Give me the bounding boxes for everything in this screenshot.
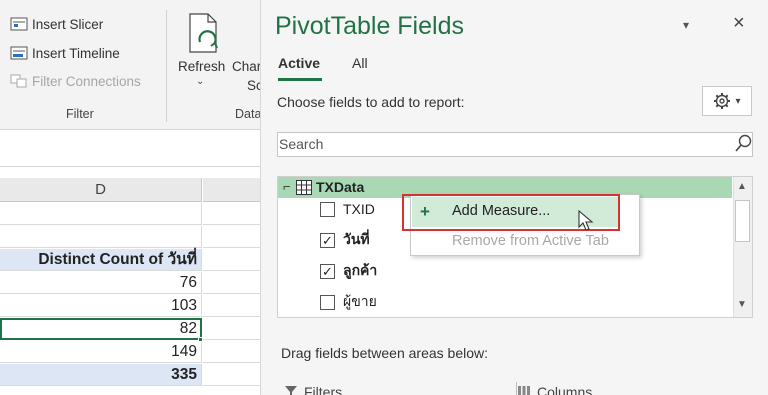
data-group-label: Data — [235, 107, 262, 121]
tab-all[interactable]: All — [352, 55, 368, 71]
grid-cell[interactable] — [0, 203, 202, 225]
field-item-txid[interactable]: TXID — [320, 199, 375, 219]
remove-from-active-tab-menu-item[interactable]: Remove from Active Tab — [452, 233, 609, 249]
pivot-value-header[interactable]: Distinct Count of วันที่ — [0, 249, 202, 271]
ribbon: Insert Slicer Insert Timeline Filter Con… — [0, 0, 263, 130]
pane-options-dropdown-icon[interactable]: ▾ — [683, 18, 689, 32]
field-checkbox[interactable] — [320, 294, 335, 310]
field-label: ผู้ขาย — [343, 293, 377, 309]
grid-cell[interactable] — [203, 272, 260, 294]
formula-bar[interactable] — [0, 131, 260, 167]
gear-icon — [714, 93, 731, 109]
scroll-down-icon[interactable]: ▼ — [737, 299, 747, 310]
field-list-settings-button[interactable]: ▾ — [702, 86, 752, 116]
pivot-value-cell[interactable]: 103 — [0, 295, 202, 317]
columns-area[interactable]: Columns — [517, 384, 592, 395]
pivot-value-cell[interactable]: 76 — [0, 272, 202, 294]
grid-cell[interactable] — [203, 249, 260, 271]
grid-cell[interactable] — [0, 226, 202, 248]
field-checkbox[interactable]: ✓ — [320, 232, 335, 248]
grid-cell[interactable] — [203, 226, 260, 248]
field-label: วันที่ — [343, 231, 370, 247]
table-name[interactable]: TXData — [316, 179, 364, 195]
pivot-value-cell-selected[interactable]: 82 — [0, 318, 202, 340]
fill-handle[interactable] — [198, 337, 203, 342]
refresh-icon — [189, 13, 218, 53]
insert-timeline-button[interactable]: Insert Timeline — [10, 43, 120, 63]
grid-cell[interactable] — [203, 203, 260, 225]
chevron-down-icon: ▾ — [735, 95, 741, 107]
timeline-icon — [10, 46, 28, 60]
field-label: ลูกค้า — [343, 262, 378, 278]
chevron-down-icon[interactable]: ⌄ — [196, 76, 204, 87]
mouse-cursor-icon — [578, 210, 594, 231]
active-tab-underline — [278, 78, 322, 81]
scroll-thumb[interactable] — [735, 200, 750, 242]
field-checkbox[interactable]: ✓ — [320, 263, 335, 279]
grid-cell[interactable] — [203, 364, 260, 386]
grid-cell[interactable] — [203, 318, 260, 340]
change-source-label[interactable]: Char — [232, 59, 261, 74]
column-header-d[interactable]: D — [0, 178, 202, 202]
table-icon — [296, 180, 312, 195]
insert-slicer-button[interactable]: Insert Slicer — [10, 14, 103, 34]
grid-cell[interactable] — [203, 341, 260, 363]
ribbon-separator — [166, 10, 167, 122]
pivot-grand-total[interactable]: 335 — [0, 364, 202, 386]
drag-fields-label: Drag fields between areas below: — [281, 345, 489, 361]
filters-area[interactable]: Filters — [284, 384, 342, 395]
field-item-customer[interactable]: ✓ ลูกค้า — [320, 261, 377, 281]
choose-fields-label: Choose fields to add to report: — [277, 94, 465, 110]
close-icon[interactable]: × — [733, 12, 745, 35]
filter-group-label: Filter — [66, 107, 94, 121]
filters-area-label: Filters — [304, 384, 343, 395]
slicer-icon — [10, 17, 28, 31]
refresh-button-label[interactable]: Refresh — [178, 59, 225, 74]
column-header-e[interactable] — [203, 178, 260, 202]
field-item-date[interactable]: ✓ วันที่ — [320, 230, 370, 250]
columns-area-label: Columns — [537, 384, 593, 395]
filter-connections-icon — [10, 74, 27, 88]
filter-icon — [285, 386, 297, 395]
field-item-seller[interactable]: ผู้ขาย — [320, 292, 377, 312]
field-search-input[interactable]: Search — [277, 132, 753, 157]
field-list-scrollbar[interactable] — [733, 177, 752, 317]
pane-title: PivotTable Fields — [275, 12, 464, 40]
collapse-icon[interactable]: ⌐ — [283, 179, 291, 194]
filter-connections-button[interactable]: Filter Connections — [10, 71, 141, 91]
grid-cell[interactable] — [203, 295, 260, 317]
filter-connections-label: Filter Connections — [32, 73, 141, 89]
field-checkbox[interactable] — [320, 201, 335, 217]
columns-icon — [518, 386, 530, 395]
scroll-up-icon[interactable]: ▲ — [737, 181, 747, 192]
insert-timeline-label: Insert Timeline — [32, 45, 120, 61]
pivot-value-cell[interactable]: 149 — [0, 341, 202, 363]
search-icon[interactable] — [734, 134, 752, 154]
field-label: TXID — [343, 201, 375, 217]
tab-active[interactable]: Active — [278, 55, 320, 71]
insert-slicer-label: Insert Slicer — [32, 16, 104, 32]
